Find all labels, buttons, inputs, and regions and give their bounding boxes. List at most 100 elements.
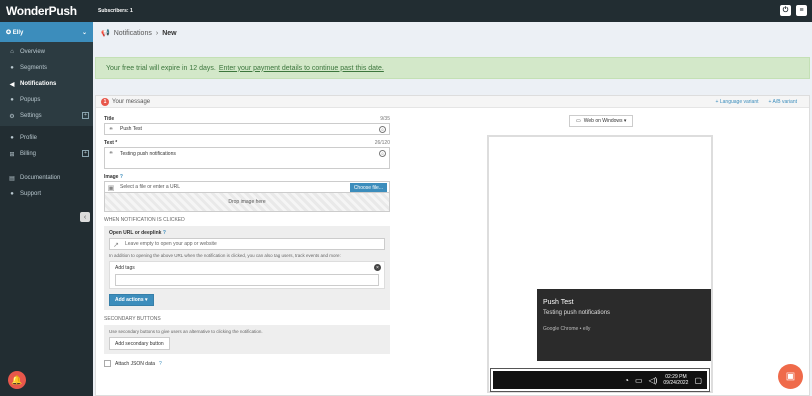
language-variant-link[interactable]: + Language variant xyxy=(716,99,759,105)
image-drop-zone[interactable]: Drop image here xyxy=(104,193,390,212)
preview-notification: Push Test Testing push notifications Goo… xyxy=(537,289,711,361)
tags-box: Add tags × xyxy=(109,261,385,289)
sidebar: ✪ Elly ⌄ ⌂ Overview ● Segments ◀ Notificati… xyxy=(0,22,93,396)
sidebar-item-billing[interactable]: ⊞ Billing + xyxy=(0,146,93,162)
open-url-label: Open URL or deeplink xyxy=(109,230,162,236)
sidebar-item-label: Settings xyxy=(20,113,42,119)
account-name: Elly xyxy=(12,29,24,36)
chevron-down-icon: ⌄ xyxy=(81,29,87,36)
payment-link[interactable]: Enter your payment details to continue p… xyxy=(219,65,384,72)
title-counter: 9/35 xyxy=(380,116,390,122)
add-actions-button[interactable]: Add actions ▾ xyxy=(109,294,154,306)
collapse-sidebar-button[interactable]: ‹ xyxy=(80,212,90,222)
open-url-placeholder: Leave empty to open your app or website xyxy=(125,241,217,247)
attach-json-label: Attach JSON data xyxy=(115,360,156,367)
help-icon[interactable]: ? xyxy=(159,361,162,367)
power-icon[interactable]: ⏻ xyxy=(780,5,791,16)
taskbar-date: 09/24/2022 xyxy=(663,380,689,386)
account-icon: ✪ xyxy=(6,29,13,36)
image-url-input[interactable]: ▣ Select a file or enter a URL Choose fi… xyxy=(104,181,390,193)
sidebar-item-settings[interactable]: ⚙ Settings + xyxy=(0,108,93,124)
sidebar-item-support[interactable]: ● Support xyxy=(0,186,93,202)
emoji-icon[interactable]: ☺ xyxy=(379,126,386,133)
battery-icon: ▭ xyxy=(635,375,643,385)
open-url-input[interactable]: ↗ Leave empty to open your app or websit… xyxy=(109,238,385,250)
comment-icon: ● xyxy=(10,97,14,103)
gear-icon: ⚙ xyxy=(9,113,15,120)
device-select-value: Web on Windows ▾ xyxy=(583,118,627,124)
click-actions-box: Open URL or deeplink ? ↗ Leave empty to … xyxy=(104,226,390,310)
attach-json-checkbox[interactable] xyxy=(104,360,111,367)
message-form: Title 9/35 ❝ Push Test ☺ Text * 26/120 ❝ T… xyxy=(104,116,390,367)
book-icon: ▤ xyxy=(9,175,15,182)
account-selector[interactable]: ✪ Elly ⌄ xyxy=(0,22,93,42)
sidebar-item-profile[interactable]: ● Profile xyxy=(0,130,93,146)
sidebar-item-label: Profile xyxy=(20,135,38,141)
choose-file-button[interactable]: Choose file... xyxy=(349,183,387,192)
step-number: 1 xyxy=(101,97,109,106)
bell-icon[interactable]: 🔔 xyxy=(8,371,26,389)
tags-input[interactable] xyxy=(115,274,379,286)
trial-alert-text: Your free trial will expire in 12 days. xyxy=(106,64,216,72)
help-icon[interactable]: ? xyxy=(120,174,123,180)
add-secondary-button[interactable]: Add secondary button xyxy=(109,337,170,350)
title-input[interactable]: ❝ Push Test ☺ xyxy=(104,123,390,135)
sidebar-item-label: Overview xyxy=(20,49,46,55)
image-icon: ▣ xyxy=(107,185,115,192)
top-bar: WonderPush Subscribers: 1 ⏻ ≡ xyxy=(0,0,812,22)
text-counter: 26/120 xyxy=(374,140,390,146)
megaphone-icon: ◀ xyxy=(9,81,15,88)
sidebar-item-label: Support xyxy=(20,191,42,197)
user-icon: ● xyxy=(10,135,14,141)
home-icon: ⌂ xyxy=(10,49,14,55)
sidebar-item-label: Documentation xyxy=(20,175,61,181)
taskbar-clock: 02:29 PM 09/24/2022 xyxy=(663,374,688,387)
users-icon: ● xyxy=(10,65,14,71)
text-label: Text * xyxy=(104,140,118,146)
sidebar-item-segments[interactable]: ● Segments xyxy=(0,60,93,76)
secondary-buttons-heading: SECONDARY BUTTONS xyxy=(104,316,161,322)
chevron-right-icon: › xyxy=(155,29,159,37)
sidebar-item-documentation[interactable]: ▤ Documentation xyxy=(0,170,93,186)
remove-icon[interactable]: × xyxy=(374,264,381,271)
menu-icon[interactable]: ≡ xyxy=(796,5,807,16)
sidebar-item-overview[interactable]: ⌂ Overview xyxy=(0,44,93,60)
sidebar-item-popups[interactable]: ● Popups xyxy=(0,92,93,108)
emoji-icon[interactable]: ☺ xyxy=(379,150,386,157)
chat-icon[interactable]: ▣ xyxy=(778,364,803,389)
main-content: 📢 Notifications › New Your free trial wi… xyxy=(93,22,812,396)
preview-title: Push Test xyxy=(543,299,574,306)
breadcrumb-notifications[interactable]: Notifications xyxy=(114,30,152,37)
image-label: Image xyxy=(104,174,119,180)
text-input[interactable]: ❝ Testing push notifications ☺ xyxy=(104,147,390,169)
sidebar-item-label: Billing xyxy=(20,151,37,157)
ab-variant-link[interactable]: + A/B variant xyxy=(769,99,798,105)
title-value: Push Test xyxy=(120,126,142,132)
desktop-icon: ▭ xyxy=(576,118,581,124)
device-select[interactable]: ▭ Web on Windows ▾ xyxy=(569,115,634,127)
quote-icon: ❝ xyxy=(109,151,113,158)
text-value: Testing push notifications xyxy=(120,151,176,157)
preview-source: Google Chrome • elly xyxy=(543,326,591,332)
panel-title: Your message xyxy=(112,98,151,105)
expand-icon: + xyxy=(82,112,89,119)
cart-icon: ⊞ xyxy=(9,151,15,158)
image-placeholder: Select a file or enter a URL xyxy=(120,184,181,190)
add-tags-label: Add tags xyxy=(115,265,135,271)
breadcrumb: 📢 Notifications › New xyxy=(101,29,177,38)
sidebar-item-label: Popups xyxy=(20,97,41,103)
sidebar-item-label: Notifications xyxy=(20,81,57,87)
help-icon[interactable]: ? xyxy=(163,230,166,236)
volume-icon: ◁) xyxy=(648,375,658,385)
url-help-text: In addition to opening the above URL whe… xyxy=(109,253,341,258)
subscribers-count: Subscribers: 1 xyxy=(98,8,133,14)
notification-preview: Push Test Testing push notifications Goo… xyxy=(487,135,713,393)
windows-taskbar: ◔ ▭ ◁) 02:29 PM 09/24/2022 ▢ xyxy=(490,368,710,392)
expand-icon: + xyxy=(82,150,89,157)
megaphone-icon: 📢 xyxy=(101,30,110,37)
sidebar-item-notifications[interactable]: ◀ Notifications xyxy=(0,76,93,92)
comments-icon: ● xyxy=(10,191,14,197)
quote-icon: ❝ xyxy=(109,127,113,134)
logo[interactable]: WonderPush xyxy=(0,0,93,22)
message-panel: 1 Your message + Language variant + A/B … xyxy=(95,95,810,396)
